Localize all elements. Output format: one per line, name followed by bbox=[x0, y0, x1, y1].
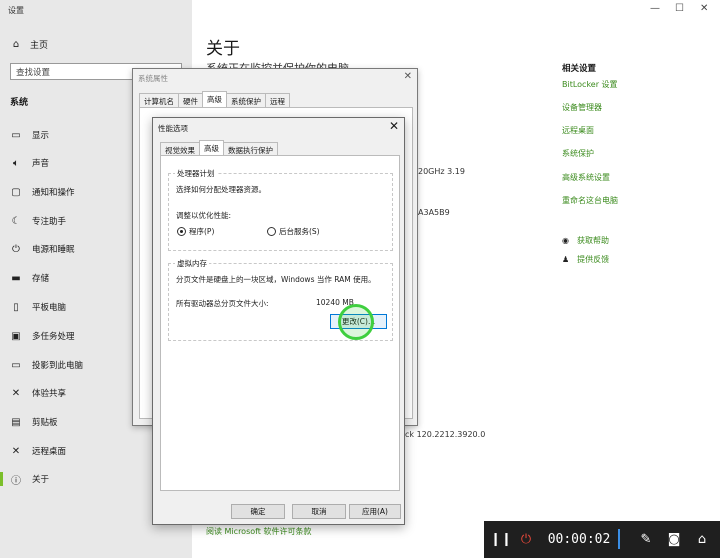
help-label: 获取帮助 bbox=[576, 236, 609, 245]
radio-services[interactable]: 后台服务(S) bbox=[267, 226, 320, 237]
share-icon: ✕ bbox=[11, 387, 21, 399]
radio-dot bbox=[267, 227, 276, 236]
storage-icon: ▬ bbox=[11, 272, 21, 284]
link-advanced-system[interactable]: 高级系统设置 bbox=[562, 172, 610, 183]
multitask-icon: ▣ bbox=[11, 330, 21, 342]
home-icon[interactable]: ⌂ bbox=[690, 521, 714, 558]
link-device-manager[interactable]: 设备管理器 bbox=[562, 102, 602, 113]
nav-label: 剪贴板 bbox=[32, 418, 58, 428]
nav-label: 平板电脑 bbox=[32, 303, 67, 313]
pause-icon[interactable]: ❙❙ bbox=[490, 521, 512, 558]
vm-desc: 分页文件是硬盘上的一块区域，Windows 当作 RAM 使用。 bbox=[176, 275, 376, 284]
stop-icon[interactable]: ⏻ bbox=[514, 521, 538, 558]
recorder-toolbar: ❙❙ ⏻ 00:00:02 ✎ ◙ ⌂ bbox=[484, 521, 720, 558]
camera-icon[interactable]: ◙ bbox=[662, 521, 686, 558]
notification-icon: ▢ bbox=[11, 186, 21, 198]
nav-label: 关于 bbox=[32, 475, 50, 485]
dialog-title: 性能选项 bbox=[158, 124, 188, 133]
license-link[interactable]: 阅读 Microsoft 软件许可条款 bbox=[206, 526, 312, 537]
cpu-info: 20GHz 3.19 bbox=[418, 167, 465, 176]
os-build: ck 120.2212.3920.0 bbox=[405, 430, 486, 439]
click-indicator bbox=[338, 304, 374, 340]
radio-programs[interactable]: 程序(P) bbox=[177, 226, 214, 237]
feedback-label: 提供反馈 bbox=[577, 255, 610, 264]
link-get-help[interactable]: ◉ 获取帮助 bbox=[562, 235, 609, 246]
group-title: 虚拟内存 bbox=[175, 258, 209, 269]
ok-button[interactable]: 确定 bbox=[231, 504, 285, 519]
dialog-title: 系统属性 bbox=[138, 74, 168, 83]
pen-icon[interactable]: ✎ bbox=[634, 521, 658, 558]
radio-label: 程序(P) bbox=[189, 227, 215, 236]
link-system-protection[interactable]: 系统保护 bbox=[562, 148, 594, 159]
nav-home-label: 主页 bbox=[30, 41, 49, 51]
nav-label: 存储 bbox=[32, 274, 50, 284]
power-icon: ⏻ bbox=[12, 243, 20, 255]
related-settings-title: 相关设置 bbox=[562, 64, 597, 74]
nav-home[interactable]: ⌂ 主页 bbox=[10, 38, 48, 51]
search-placeholder: 查找设置 bbox=[16, 67, 51, 78]
page-title: 关于 bbox=[206, 39, 240, 59]
optimize-label: 调整以优化性能: bbox=[176, 211, 232, 220]
tablet-icon: ▯ bbox=[13, 301, 19, 313]
link-rename-pc[interactable]: 重命名这台电脑 bbox=[562, 195, 618, 206]
monitor-icon: ▭ bbox=[11, 129, 21, 141]
minimize-icon[interactable]: — bbox=[650, 3, 660, 14]
nav-label: 投影到此电脑 bbox=[32, 361, 84, 371]
feedback-icon: ♟ bbox=[562, 255, 570, 264]
close-icon[interactable]: ✕ bbox=[404, 71, 412, 82]
nav-label: 声音 bbox=[32, 159, 50, 169]
moon-icon: ☾ bbox=[11, 215, 21, 227]
remote-icon: ✕ bbox=[11, 445, 21, 457]
section-label: 系统 bbox=[10, 98, 29, 108]
link-remote-desktop[interactable]: 远程桌面 bbox=[562, 125, 594, 136]
project-icon: ▭ bbox=[11, 359, 21, 371]
apply-button[interactable]: 应用(A) bbox=[349, 504, 401, 519]
nav-label: 多任务处理 bbox=[32, 332, 75, 342]
speaker-icon: 🔈︎ bbox=[13, 157, 19, 169]
cpu-desc: 选择如何分配处理器资源。 bbox=[176, 185, 266, 194]
vm-total-label: 所有驱动器总分页文件大小: bbox=[176, 299, 269, 308]
nav-label: 远程桌面 bbox=[32, 447, 67, 457]
home-icon: ⌂ bbox=[12, 39, 20, 50]
nav-label: 显示 bbox=[32, 131, 50, 141]
nav-label: 专注助手 bbox=[32, 217, 67, 227]
radio-dot bbox=[177, 227, 186, 236]
cancel-button[interactable]: 取消 bbox=[292, 504, 346, 519]
window-title: 设置 bbox=[8, 6, 24, 15]
device-id: A3A5B9 bbox=[418, 208, 450, 217]
nav-label: 电源和睡眠 bbox=[32, 245, 75, 255]
close-icon[interactable]: ✕ bbox=[389, 119, 399, 133]
radio-label: 后台服务(S) bbox=[279, 227, 320, 236]
maximize-icon[interactable]: ☐ bbox=[675, 3, 684, 14]
nav-label: 通知和操作 bbox=[32, 188, 75, 198]
processor-scheduling-group: 处理器计划 选择如何分配处理器资源。 调整以优化性能: 程序(P) 后台服务(S… bbox=[168, 168, 393, 251]
close-icon[interactable]: ✕ bbox=[700, 3, 708, 14]
group-title: 处理器计划 bbox=[175, 168, 217, 179]
link-feedback[interactable]: ♟ 提供反馈 bbox=[562, 254, 609, 265]
help-icon: ◉ bbox=[562, 236, 569, 245]
divider bbox=[618, 529, 620, 549]
link-bitlocker[interactable]: BitLocker 设置 bbox=[562, 79, 618, 90]
recording-time: 00:00:02 bbox=[547, 532, 611, 547]
clipboard-icon: ▤ bbox=[11, 416, 21, 428]
info-icon: ⓘ bbox=[11, 475, 21, 487]
nav-label: 体验共享 bbox=[32, 389, 67, 399]
